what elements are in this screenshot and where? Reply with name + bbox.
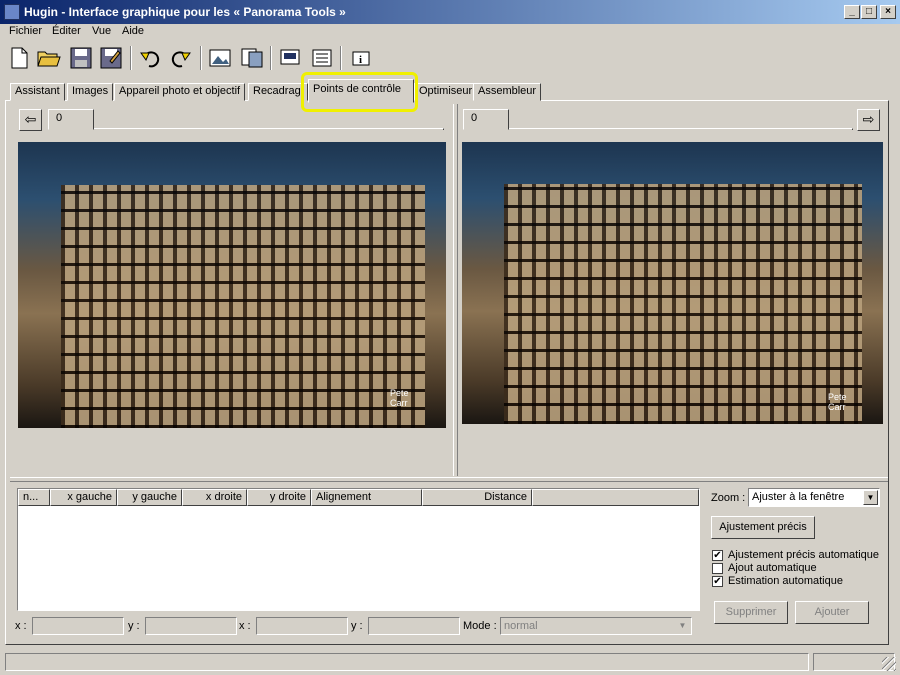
tab-assistant[interactable]: Assistant: [10, 83, 65, 101]
checkbox-auto-add-label: Ajout automatique: [728, 562, 817, 574]
mode-label: Mode :: [463, 620, 497, 632]
building-photo: [60, 184, 425, 428]
left-tab-line: [94, 128, 444, 130]
maximize-button[interactable]: □: [861, 5, 877, 19]
horizontal-splitter[interactable]: [10, 477, 888, 482]
checkbox-auto-add[interactable]: [712, 563, 723, 574]
column-number[interactable]: n...: [18, 489, 50, 506]
mode-select[interactable]: normal ▼: [500, 617, 692, 635]
column-y-left[interactable]: y gauche: [117, 489, 182, 506]
redo-icon[interactable]: [168, 45, 194, 71]
vertical-splitter[interactable]: [453, 104, 458, 476]
left-image[interactable]: Pete Carr: [18, 142, 446, 428]
control-point-table[interactable]: [17, 488, 700, 611]
new-icon[interactable]: [6, 45, 32, 71]
list-icon[interactable]: [309, 45, 335, 71]
y1-label: y :: [128, 620, 140, 632]
menu-fichier[interactable]: Fichier: [9, 25, 42, 37]
column-y-right[interactable]: y droite: [247, 489, 311, 506]
y2-field[interactable]: [368, 617, 460, 635]
column-filler: [532, 489, 699, 506]
zoom-label: Zoom :: [711, 492, 746, 504]
tab-stitcher[interactable]: Assembleur: [473, 83, 542, 101]
zoom-value: Ajuster à la fenêtre: [752, 491, 845, 503]
menu-vue[interactable]: Vue: [92, 25, 111, 37]
x2-label: x :: [239, 620, 251, 632]
zoom-select[interactable]: Ajuster à la fenêtre ▼: [748, 488, 880, 507]
svg-text:i: i: [359, 54, 362, 66]
checkbox-auto-estimate-label: Estimation automatique: [728, 575, 843, 587]
tab-images[interactable]: Images: [67, 83, 114, 101]
save-as-icon[interactable]: [98, 45, 124, 71]
delete-button[interactable]: Supprimer: [714, 601, 788, 624]
chevron-down-icon: ▼: [678, 621, 687, 630]
toolbar-separator: [270, 46, 272, 70]
right-image-tab[interactable]: 0: [463, 109, 509, 130]
close-button[interactable]: ×: [880, 5, 896, 19]
watermark: Pete Carr: [828, 392, 847, 412]
y2-label: y :: [351, 620, 363, 632]
x2-field[interactable]: [256, 617, 348, 635]
title-bar: Hugin - Interface graphique pour les « P…: [0, 0, 900, 24]
left-image-tab[interactable]: 0: [48, 109, 94, 130]
open-icon[interactable]: [36, 45, 62, 71]
toolbar-separator: [340, 46, 342, 70]
mode-value: normal: [504, 620, 538, 632]
tab-crop[interactable]: Recadrag: [248, 83, 308, 101]
column-alignment[interactable]: Alignement: [311, 489, 422, 506]
preview-icon[interactable]: [277, 45, 303, 71]
watermark: Pete Carr: [390, 388, 409, 408]
right-image[interactable]: Pete Carr: [462, 142, 883, 424]
status-bar: [5, 653, 809, 671]
next-image-button[interactable]: ⇨: [857, 109, 880, 131]
info-icon[interactable]: i: [348, 45, 374, 71]
column-distance[interactable]: Distance: [422, 489, 532, 506]
menu-aide[interactable]: Aide: [122, 25, 144, 37]
undo-icon[interactable]: [137, 45, 163, 71]
chevron-down-icon[interactable]: ▼: [863, 490, 878, 505]
window-title: Hugin - Interface graphique pour les « P…: [24, 5, 346, 19]
y1-field[interactable]: [145, 617, 237, 635]
resize-grip-icon[interactable]: [882, 657, 896, 671]
images-icon[interactable]: [207, 45, 233, 71]
tab-camera-lens[interactable]: Appareil photo et objectif: [114, 83, 246, 101]
right-tab-line: [509, 128, 853, 130]
prev-image-button[interactable]: ⇦: [19, 109, 42, 131]
toolbar-separator: [200, 46, 202, 70]
toolbar-separator: [130, 46, 132, 70]
tab-optimizer[interactable]: Optimiseur: [414, 83, 478, 101]
save-icon[interactable]: [68, 45, 94, 71]
column-x-right[interactable]: x droite: [182, 489, 247, 506]
checkbox-auto-fine-tune-label: Ajustement précis automatique: [728, 549, 880, 561]
column-x-left[interactable]: x gauche: [50, 489, 117, 506]
x1-label: x :: [15, 620, 27, 632]
checkbox-auto-fine-tune[interactable]: ✔: [712, 550, 723, 561]
building-photo: [504, 184, 862, 424]
menu-editer[interactable]: Éditer: [52, 25, 81, 37]
add-button[interactable]: Ajouter: [795, 601, 869, 624]
camera-icon[interactable]: [239, 45, 265, 71]
minimize-button[interactable]: _: [844, 5, 860, 19]
fine-tune-button[interactable]: Ajustement précis: [711, 516, 815, 539]
checkbox-auto-estimate[interactable]: ✔: [712, 576, 723, 587]
x1-field[interactable]: [32, 617, 124, 635]
app-icon: [4, 4, 20, 20]
tab-highlight-annotation: [301, 72, 418, 112]
